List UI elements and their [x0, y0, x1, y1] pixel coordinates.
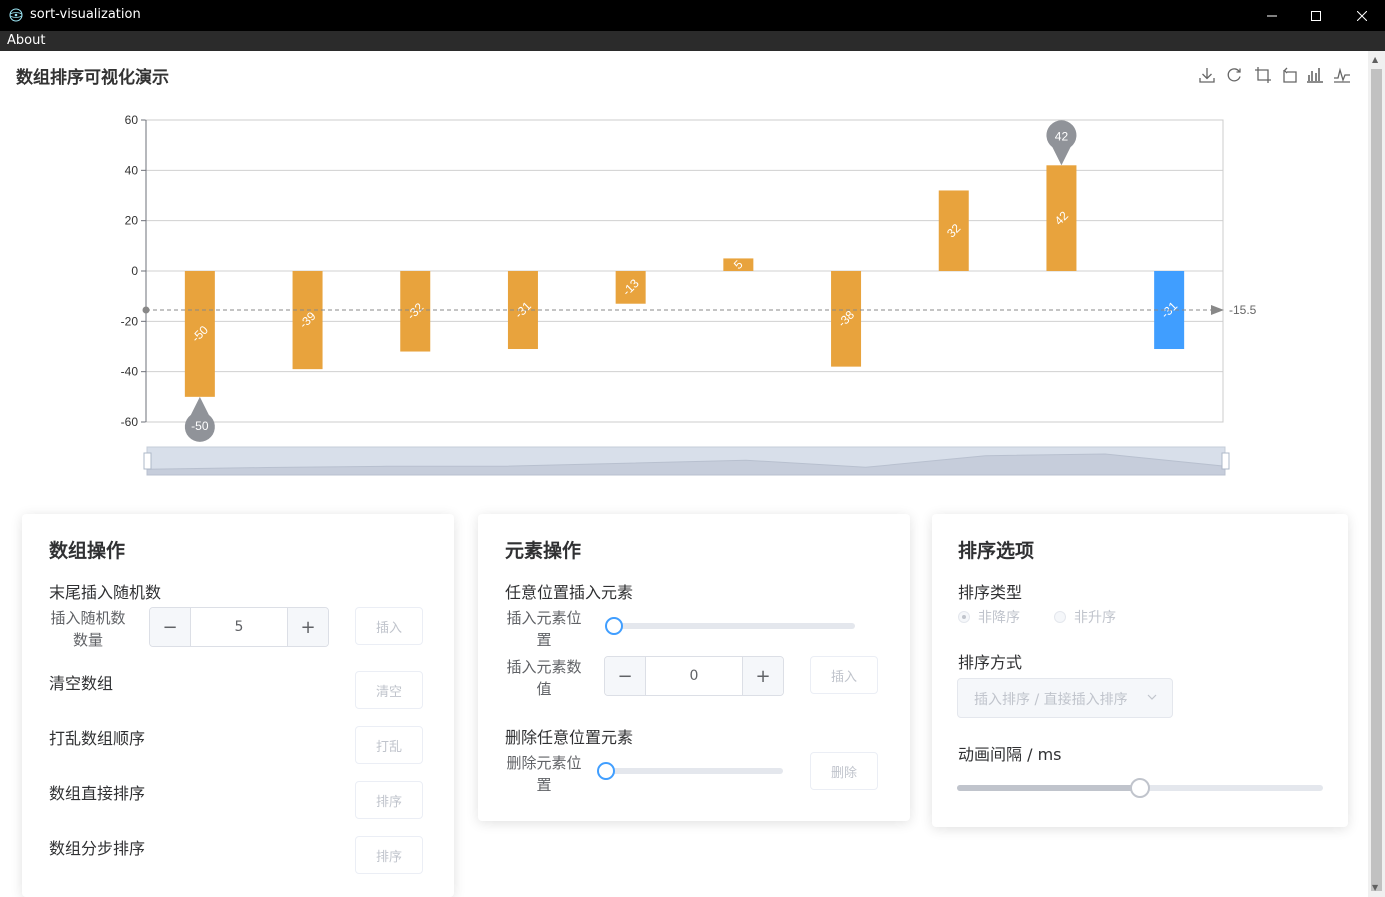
decrease-button[interactable]: − [605, 657, 646, 695]
minimize-button[interactable] [1249, 0, 1295, 31]
clear-button[interactable]: 清空 [355, 671, 423, 709]
download-icon[interactable] [1198, 66, 1216, 84]
insert-position-label: 插入元素位置 [506, 609, 582, 649]
scrollbar-thumb[interactable] [1371, 69, 1382, 891]
insert-position-slider-thumb[interactable] [605, 617, 623, 635]
shuffle-button[interactable]: 打乱 [355, 726, 423, 764]
step-sort-button[interactable]: 排序 [355, 836, 423, 874]
electron-app-icon [9, 8, 23, 22]
zoom-icon[interactable] [1254, 66, 1272, 84]
window-title: sort-visualization [30, 7, 141, 22]
minus-icon: − [617, 665, 633, 687]
element-ops-title: 元素操作 [505, 540, 582, 562]
array-ops-card: 数组操作 末尾插入随机数 插入随机数数量 − 5 + 插入 清空数组 清空 打乱… [22, 514, 454, 897]
radio-checked-icon [958, 611, 970, 623]
y-tick-label: 0 [131, 264, 138, 278]
title-bar: sort-visualization [0, 0, 1385, 31]
y-tick-label: -60 [121, 415, 139, 429]
minimize-icon [1267, 15, 1277, 16]
close-button[interactable] [1339, 0, 1385, 31]
y-tick-label: -40 [121, 365, 139, 379]
insert-random-button[interactable]: 插入 [355, 607, 423, 645]
minus-icon: − [162, 616, 178, 638]
menu-bar: About [0, 31, 1385, 51]
increase-button[interactable]: + [742, 657, 783, 695]
average-line-arrow [1211, 305, 1224, 316]
close-icon [1357, 10, 1367, 21]
zoom-reset-icon[interactable] [1280, 66, 1298, 84]
append-random-label: 末尾插入随机数 [49, 583, 162, 602]
data-zoom-left-handle[interactable] [143, 452, 152, 470]
interval-label: 动画间隔 / ms [958, 745, 1062, 764]
scroll-down-icon[interactable]: ▼ [1372, 883, 1378, 892]
data-zoom-right-handle[interactable] [1221, 452, 1230, 470]
refresh-icon[interactable] [1225, 66, 1243, 84]
insert-position-slider[interactable] [613, 623, 855, 629]
step-sort-section-label: 数组分步排序 [49, 839, 146, 858]
radio-non-descending[interactable]: 非降序 [958, 607, 1020, 627]
menu-about[interactable]: About [7, 33, 45, 48]
bar-chart-icon[interactable] [1306, 66, 1324, 84]
decrease-button[interactable]: − [150, 608, 191, 646]
interval-slider-fill [957, 785, 1140, 791]
line-chart-icon[interactable] [1333, 66, 1351, 84]
sort-button[interactable]: 排序 [355, 781, 423, 819]
maximize-icon [1311, 10, 1321, 21]
insert-element-button[interactable]: 插入 [810, 656, 878, 694]
sort-method-label: 排序方式 [958, 653, 1023, 672]
sort-options-title: 排序选项 [958, 540, 1035, 562]
radio-non-descending-label: 非降序 [978, 610, 1020, 626]
y-tick-label: 60 [125, 113, 139, 127]
average-line-label: -15.5 [1229, 303, 1257, 317]
plus-icon: + [300, 616, 316, 638]
element-ops-card: 元素操作 任意位置插入元素 插入元素位置 插入元素数值 − 0 + 插入 删除任… [478, 514, 910, 821]
max-mark-point-label: 42 [1055, 129, 1069, 143]
delete-element-button[interactable]: 删除 [810, 752, 878, 790]
radio-unchecked-icon [1054, 611, 1066, 623]
y-tick-label: -20 [121, 314, 139, 328]
vertical-scrollbar[interactable]: ▲ ▼ [1368, 51, 1385, 897]
interval-slider-thumb[interactable] [1130, 778, 1150, 798]
sort-options-card: 排序选项 排序类型 非降序 非升序 排序方式 插入排序 / 直接插入排序 动画间… [932, 514, 1348, 827]
chevron-down-icon [1147, 694, 1157, 700]
array-ops-title: 数组操作 [49, 540, 126, 562]
radio-non-ascending-label: 非升序 [1074, 610, 1116, 626]
delete-position-slider[interactable] [606, 768, 783, 774]
y-tick-label: 40 [125, 163, 139, 177]
sort-type-label: 排序类型 [958, 583, 1023, 602]
count-value[interactable]: 5 [191, 608, 287, 646]
clear-section-label: 清空数组 [49, 674, 114, 693]
scroll-up-icon[interactable]: ▲ [1372, 55, 1378, 64]
insert-value-stepper[interactable]: − 0 + [604, 656, 784, 696]
shuffle-section-label: 打乱数组顺序 [49, 729, 146, 748]
delete-position-slider-thumb[interactable] [597, 762, 615, 780]
chart-title: 数组排序可视化演示 [16, 68, 169, 88]
y-tick-label: 20 [125, 214, 139, 228]
maximize-button[interactable] [1293, 0, 1339, 31]
plus-icon: + [755, 665, 771, 687]
insert-any-section-label: 任意位置插入元素 [505, 583, 634, 602]
delete-section-label: 删除任意位置元素 [505, 728, 634, 747]
sort-method-select[interactable]: 插入排序 / 直接插入排序 [957, 678, 1173, 718]
insert-value[interactable]: 0 [646, 657, 742, 695]
increase-button[interactable]: + [287, 608, 328, 646]
bar-chart: 6040200-20-40-60-50-39 -32 -31-135-383242-… [121, 113, 1257, 476]
sort-method-value: 插入排序 / 直接插入排序 [974, 692, 1128, 708]
radio-non-ascending[interactable]: 非升序 [1054, 607, 1116, 627]
insert-value-label: 插入元素数值 [506, 658, 582, 698]
sort-section-label: 数组直接排序 [49, 784, 146, 803]
min-mark-point-label: -50 [191, 419, 209, 433]
count-stepper[interactable]: − 5 + [149, 607, 329, 647]
count-label: 插入随机数数量 [50, 609, 126, 649]
delete-position-label: 删除元素位置 [506, 754, 582, 794]
